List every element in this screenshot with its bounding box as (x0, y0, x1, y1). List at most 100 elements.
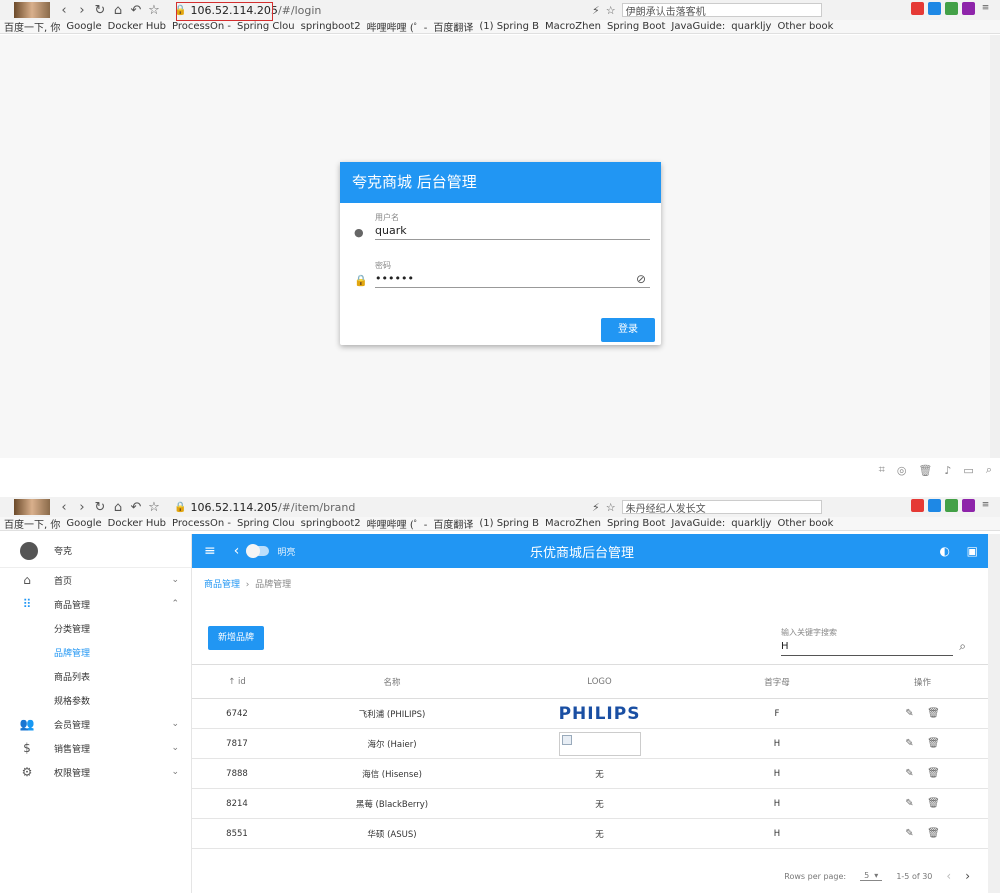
bookmark[interactable]: Spring Boot (607, 518, 665, 529)
bookmark[interactable]: 百度一下, 你 (4, 20, 60, 33)
ext-icon[interactable] (962, 2, 975, 15)
forward-icon[interactable]: › (74, 500, 90, 515)
bookmark[interactable]: 百度翻译 (433, 517, 473, 530)
browser-search[interactable]: 伊朗承认击落客机 (621, 3, 822, 18)
trash-icon[interactable]: 🗑 (918, 464, 932, 477)
lightning-icon[interactable]: ⚡ (592, 501, 600, 514)
search-input[interactable]: H (781, 641, 976, 652)
bookmark[interactable]: springboot2 (301, 21, 361, 32)
search-icon[interactable]: ⌕ (959, 639, 966, 654)
bookmark[interactable]: 哔哩哔哩 (゜- (367, 20, 428, 33)
sidebar-item-products[interactable]: ⠿ 商品管理 ⌃ (0, 592, 191, 616)
contrast-icon[interactable]: ◐ (940, 544, 950, 558)
bookmark[interactable]: ProcessOn - (172, 518, 231, 529)
browser-avatar[interactable] (14, 2, 50, 18)
delete-icon[interactable]: 🗑 (927, 768, 940, 779)
column-header-name[interactable]: 名称 (282, 664, 502, 699)
edit-icon[interactable]: ✎ (905, 768, 913, 779)
status-icon[interactable]: ⌗ (879, 463, 885, 477)
bookmark[interactable]: MacroZhen (545, 21, 601, 32)
bookmark[interactable]: 哔哩哔哩 (゜- (367, 517, 428, 530)
reload-icon[interactable]: ↻ (92, 500, 108, 515)
back-icon[interactable]: ‹ (56, 3, 72, 18)
delete-icon[interactable]: 🗑 (927, 708, 940, 719)
username-field[interactable]: ● 用户名 quark (354, 212, 650, 244)
sidebar-item-permissions[interactable]: ⚙ 权限管理 ⌄ (0, 760, 191, 784)
delete-icon[interactable]: 🗑 (927, 798, 940, 809)
address-bar[interactable]: 🔒 106.52.114.205/#/login (170, 2, 570, 18)
breadcrumb-item[interactable]: 商品管理 (204, 580, 240, 590)
window-icon[interactable]: ▭ (963, 464, 973, 477)
bookmark[interactable]: MacroZhen (545, 518, 601, 529)
bookmark[interactable]: springboot2 (301, 518, 361, 529)
sidebar-item-sales[interactable]: $ 销售管理 ⌄ (0, 736, 191, 760)
column-header-id[interactable]: ↑ id (192, 664, 282, 699)
bookmark[interactable]: (1) Spring B (479, 518, 539, 529)
next-page-icon[interactable]: › (965, 869, 970, 883)
bookmark[interactable]: Spring Clou (237, 518, 295, 529)
bookmark[interactable]: 百度翻译 (433, 20, 473, 33)
visibility-off-icon[interactable]: ⊘ (636, 272, 646, 286)
home-icon[interactable]: ⌂ (110, 500, 126, 515)
edit-icon[interactable]: ✎ (905, 828, 913, 839)
edit-icon[interactable]: ✎ (905, 708, 913, 719)
prev-page-icon[interactable]: ‹ (946, 869, 951, 883)
menu-icon[interactable]: ≡ (979, 499, 992, 512)
ext-icon[interactable] (962, 499, 975, 512)
bookmark[interactable]: (1) Spring B (479, 21, 539, 32)
address-bar[interactable]: 🔒 106.52.114.205/#/item/brand (170, 499, 570, 515)
bookmark[interactable]: Other book (777, 518, 833, 529)
bookmark[interactable]: JavaGuide: (671, 21, 725, 32)
bookmark[interactable]: quarkljy (731, 518, 771, 529)
bookmark[interactable]: Docker Hub (108, 518, 166, 529)
column-header-letter[interactable]: 首字母 (697, 664, 857, 699)
star-icon[interactable]: ☆ (146, 3, 162, 18)
undo-icon[interactable]: ↶ (128, 3, 144, 18)
reload-icon[interactable]: ↻ (92, 3, 108, 18)
password-input[interactable]: •••••• (375, 272, 414, 285)
theme-toggle[interactable] (246, 544, 270, 558)
star-icon[interactable]: ☆ (146, 500, 162, 515)
column-header-logo[interactable]: LOGO (502, 664, 697, 699)
add-brand-button[interactable]: 新增品牌 (208, 626, 264, 650)
delete-icon[interactable]: 🗑 (927, 738, 940, 749)
sidebar-item-spec[interactable]: 规格参数 (0, 688, 191, 712)
ext-icon[interactable] (945, 2, 958, 15)
bookmark[interactable]: Google (66, 21, 101, 32)
bookmark[interactable]: Spring Boot (607, 21, 665, 32)
ext-icon[interactable] (911, 499, 924, 512)
bookmark[interactable]: quarkljy (731, 21, 771, 32)
edit-icon[interactable]: ✎ (905, 798, 913, 809)
favorite-icon[interactable]: ☆ (606, 501, 616, 514)
username-input[interactable]: quark (375, 224, 407, 237)
lightning-icon[interactable]: ⚡ (592, 4, 600, 17)
browser-search[interactable]: 朱丹经纪人发长文 (621, 500, 822, 515)
forward-icon[interactable]: › (74, 3, 90, 18)
undo-icon[interactable]: ↶ (128, 500, 144, 515)
login-button[interactable]: 登录 (601, 318, 655, 342)
ext-icon[interactable] (911, 2, 924, 15)
sidebar-item-members[interactable]: 👥 会员管理 ⌄ (0, 712, 191, 736)
chevron-left-icon[interactable]: ‹ (234, 543, 240, 559)
home-icon[interactable]: ⌂ (110, 3, 126, 18)
sidebar-item-home[interactable]: ⌂ 首页 ⌄ (0, 568, 191, 592)
password-field[interactable]: 🔒 密码 •••••• ⊘ (354, 260, 650, 292)
avatar[interactable] (20, 541, 38, 560)
bookmark[interactable]: ProcessOn - (172, 21, 231, 32)
zoom-icon[interactable]: ⌕ (986, 463, 992, 477)
ext-icon[interactable] (928, 2, 941, 15)
bookmark[interactable]: Spring Clou (237, 21, 295, 32)
scrollbar[interactable] (988, 534, 1000, 893)
scrollbar[interactable] (990, 35, 1000, 458)
sidebar-item-category[interactable]: 分类管理 (0, 616, 191, 640)
bookmark[interactable]: 百度一下, 你 (4, 517, 60, 530)
bookmark[interactable]: Other book (777, 21, 833, 32)
bookmark[interactable]: JavaGuide: (671, 518, 725, 529)
delete-icon[interactable]: 🗑 (927, 828, 940, 839)
ext-icon[interactable] (945, 499, 958, 512)
browser-avatar[interactable] (14, 499, 50, 515)
account-icon[interactable]: ▣ (967, 544, 978, 558)
status-icon[interactable]: ◎ (897, 464, 907, 477)
rows-per-page-select[interactable]: 5 ▾ (860, 871, 883, 881)
menu-icon[interactable]: ≡ (204, 543, 216, 559)
